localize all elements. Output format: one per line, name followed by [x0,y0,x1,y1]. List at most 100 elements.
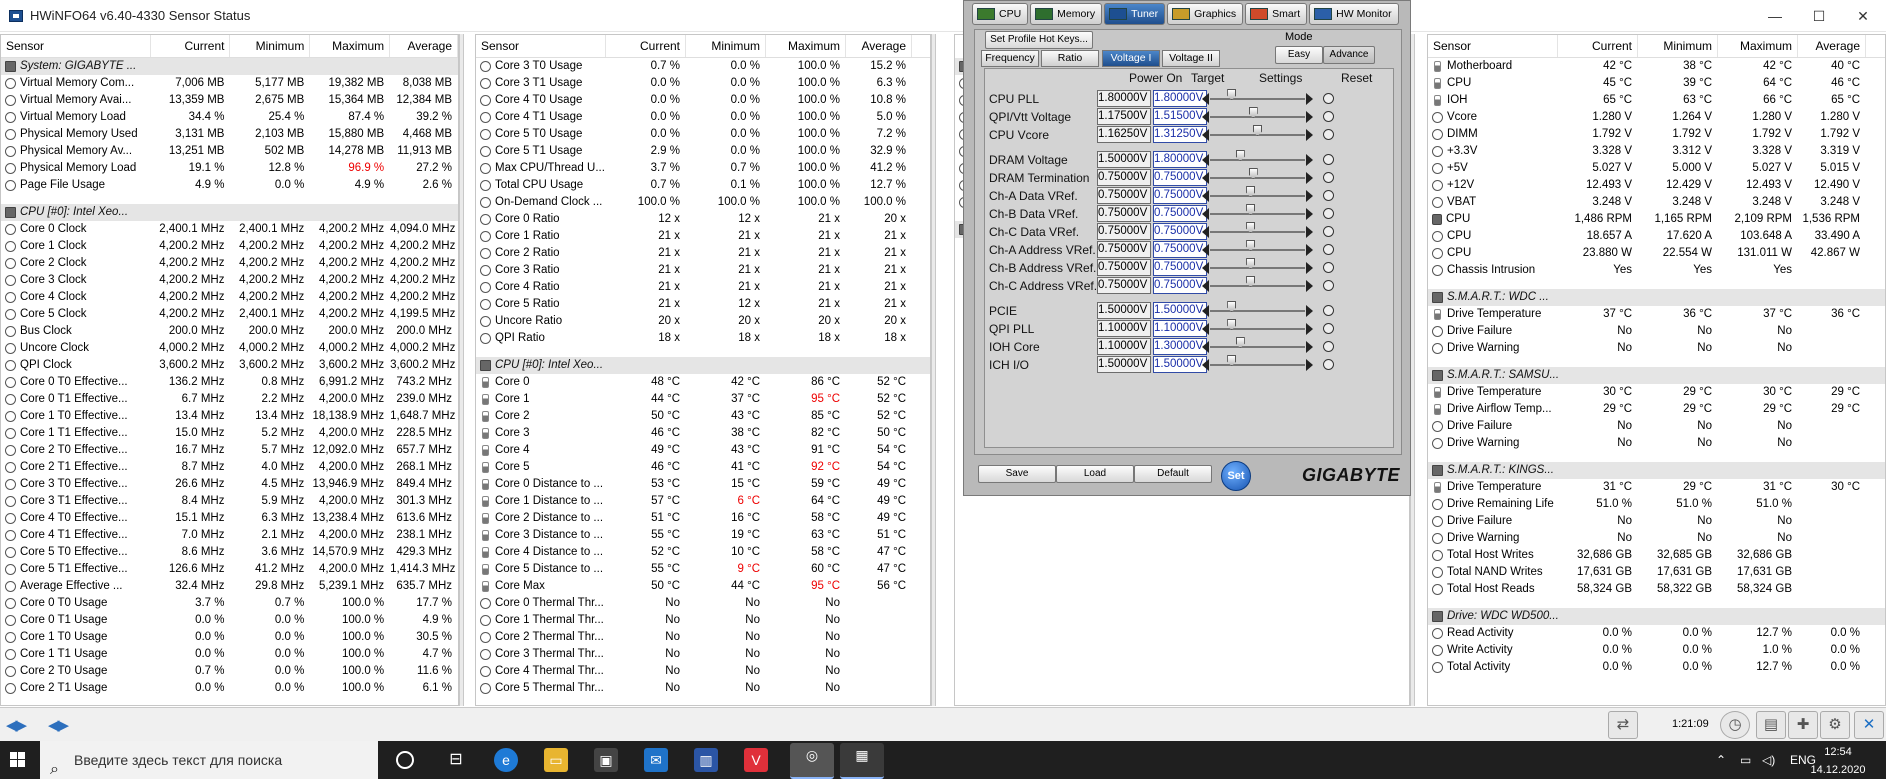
increase-arrow-icon[interactable] [1306,190,1313,202]
target-value-input[interactable]: 1.51500V [1153,108,1207,125]
reset-radio[interactable] [1323,190,1334,201]
set-profile-hotkeys-button[interactable]: Set Profile Hot Keys... [985,31,1093,49]
sensor-row[interactable]: VBAT 3.248 V 3.248 V 3.248 V 3.248 V [1428,194,1885,211]
sensor-row[interactable]: +3.3V 3.328 V 3.312 V 3.328 V 3.319 V [1428,143,1885,160]
sensor-row[interactable]: Core 0 T0 Usage 3.7 % 0.7 % 100.0 % 17.7 % [1,595,458,612]
increase-arrow-icon[interactable] [1306,359,1313,371]
reset-radio[interactable] [1323,226,1334,237]
sensor-row[interactable]: Core 4 Distance to ... 52 °C 10 °C 58 °C 47 … [476,544,930,561]
slider-knob[interactable] [1227,301,1237,312]
column-header[interactable]: Sensor [1428,35,1558,57]
sensor-row[interactable]: Drive Failure No No No [1428,323,1885,340]
report-icon[interactable]: ▤ [1756,711,1786,739]
sensor-row[interactable]: Core 0 T1 Effective... 6.7 MHz 2.2 MHz 4,20… [1,391,458,408]
save-button[interactable]: Save [978,465,1056,483]
target-value-input[interactable]: 0.75000V [1153,187,1207,204]
target-value-input[interactable]: 0.75000V [1153,241,1207,258]
decrease-arrow-icon[interactable] [1202,305,1209,317]
sensor-row[interactable]: Total Host Writes 32,686 GB 32,685 GB 32,68… [1428,547,1885,564]
target-value-input[interactable]: 0.75000V [1153,223,1207,240]
clock-icon[interactable]: ◷ [1720,711,1750,739]
edge-browser-icon[interactable]: e [494,748,518,772]
sensor-row[interactable]: Drive Airflow Temp... 29 °C 29 °C 29 °C 29 °… [1428,401,1885,418]
sensor-row[interactable]: Core 1 Ratio 21 x 21 x 21 x 21 x [476,228,930,245]
sensor-row[interactable]: Core 2 Clock 4,200.2 MHz 4,200.2 MHz 4,200.… [1,255,458,272]
sensor-row[interactable]: Core 1 T1 Effective... 15.0 MHz 5.2 MHz 4,2… [1,425,458,442]
hwinfo-taskbar-icon[interactable]: ▦ [840,743,884,779]
sensor-row[interactable]: Core 0 T0 Effective... 136.2 MHz 0.8 MHz 6,… [1,374,458,391]
increase-arrow-icon[interactable] [1306,262,1313,274]
increase-arrow-icon[interactable] [1306,208,1313,220]
reset-radio[interactable] [1323,154,1334,165]
sensor-row[interactable]: QPI Clock 3,600.2 MHz 3,600.2 MHz 3,600.2 M… [1,357,458,374]
reset-radio[interactable] [1323,93,1334,104]
subtab-ratio[interactable]: Ratio [1041,50,1099,67]
target-value-input[interactable]: 1.50000V [1153,302,1207,319]
sensor-row[interactable]: Core 1 T1 Usage 0.0 % 0.0 % 100.0 % 4.7 % [1,646,458,663]
sensor-row[interactable]: Core 4 49 °C 43 °C 91 °C 54 °C [476,442,930,459]
vivaldi-icon[interactable]: V [744,748,768,772]
sensor-row[interactable]: Core 1 44 °C 37 °C 95 °C 52 °C [476,391,930,408]
sensor-row[interactable]: Core 3 T1 Effective... 8.4 MHz 5.9 MHz 4,20… [1,493,458,510]
task-view-icon[interactable]: ⊟ [444,748,468,772]
sensor-row[interactable]: Drive Failure No No No [1428,418,1885,435]
increase-arrow-icon[interactable] [1306,154,1313,166]
sensor-panel-2[interactable]: Sensor Current Minimum Maximum Average Core 3… [475,34,931,706]
group-header-row[interactable]: S.M.A.R.T.: WDC ... [1428,289,1885,306]
sensor-row[interactable]: Core 3 Clock 4,200.2 MHz 4,200.2 MHz 4,200.… [1,272,458,289]
load-button[interactable]: Load [1056,465,1134,483]
voltage-slider[interactable] [1202,240,1313,256]
tuner-tab-hw-monitor[interactable]: HW Monitor [1309,3,1399,25]
slider-knob[interactable] [1227,319,1237,330]
sensor-row[interactable]: Core 4 T0 Usage 0.0 % 0.0 % 100.0 % 10.8 % [476,92,930,109]
sensor-row[interactable]: Total Host Reads 58,324 GB 58,322 GB 58,324… [1428,581,1885,598]
sensor-row[interactable]: Drive Temperature 30 °C 29 °C 30 °C 29 °C [1428,384,1885,401]
sensor-row[interactable]: Core 3 T0 Usage 0.7 % 0.0 % 100.0 % 15.2 % [476,58,930,75]
sensor-row[interactable]: IOH 65 °C 63 °C 66 °C 65 °C [1428,92,1885,109]
reset-radio[interactable] [1323,305,1334,316]
sensor-row[interactable]: Core 1 Clock 4,200.2 MHz 4,200.2 MHz 4,200.… [1,238,458,255]
sensor-panel-1[interactable]: Sensor Current Minimum Maximum Average System… [0,34,459,706]
decrease-arrow-icon[interactable] [1202,359,1209,371]
sensor-row[interactable]: +12V 12.493 V 12.429 V 12.493 V 12.490 V [1428,177,1885,194]
expand-arrows-icon[interactable]: ◀▶ [6,716,40,734]
sensor-row[interactable]: Core 3 Distance to ... 55 °C 19 °C 63 °C 51 … [476,527,930,544]
taskbar-search-box[interactable]: ⌕ Введите здесь текст для поиска [40,741,378,779]
sensor-row[interactable]: On-Demand Clock ... 100.0 % 100.0 % 100.0 %… [476,194,930,211]
sensor-row[interactable]: Core 4 T1 Effective... 7.0 MHz 2.1 MHz 4,20… [1,527,458,544]
sensor-row[interactable]: Core 5 Clock 4,200.2 MHz 2,400.1 MHz 4,200.… [1,306,458,323]
collapse-arrows-icon[interactable]: ◀▶ [48,716,82,734]
sensor-row[interactable]: Physical Memory Used 3,131 MB 2,103 MB 15,8… [1,126,458,143]
column-header[interactable]: Current [606,35,686,57]
voltage-slider[interactable] [1202,337,1313,353]
decrease-arrow-icon[interactable] [1202,111,1209,123]
sensor-row[interactable]: Total NAND Writes 17,631 GB 17,631 GB 17,63… [1428,564,1885,581]
sensor-row[interactable]: Core 5 Thermal Thr... No No No [476,680,930,697]
sensor-row[interactable]: CPU 1,486 RPM 1,165 RPM 2,109 RPM 1,536 RPM [1428,211,1885,228]
sensor-row[interactable]: Core 4 T1 Usage 0.0 % 0.0 % 100.0 % 5.0 % [476,109,930,126]
sensor-row[interactable]: Core 5 Ratio 21 x 12 x 21 x 21 x [476,296,930,313]
column-header[interactable]: Average [1798,35,1866,57]
tuner-tab-graphics[interactable]: Graphics [1167,3,1244,25]
increase-arrow-icon[interactable] [1306,244,1313,256]
sensor-row[interactable]: Drive Warning No No No [1428,340,1885,357]
sensor-row[interactable]: CPU 23.880 W 22.554 W 131.011 W 42.867 W [1428,245,1885,262]
increase-arrow-icon[interactable] [1306,129,1313,141]
sensor-row[interactable]: Motherboard 42 °C 38 °C 42 °C 40 °C [1428,58,1885,75]
voltage-slider[interactable] [1202,204,1313,220]
increase-arrow-icon[interactable] [1306,226,1313,238]
target-value-input[interactable]: 1.80000V [1153,151,1207,168]
mode-easy-button[interactable]: Easy [1275,46,1323,64]
sensor-row[interactable]: CPU 18.657 A 17.620 A 103.648 A 33.490 A [1428,228,1885,245]
voltage-slider[interactable] [1202,89,1313,105]
group-header-row[interactable]: System: GIGABYTE ... [1,58,458,75]
sensor-row[interactable]: Chassis Intrusion Yes Yes Yes [1428,262,1885,279]
column-header[interactable]: Sensor [476,35,606,57]
voltage-slider[interactable] [1202,150,1313,166]
sensor-row[interactable]: Drive Failure No No No [1428,513,1885,530]
sensor-row[interactable]: Core 5 T1 Usage 2.9 % 0.0 % 100.0 % 32.9 % [476,143,930,160]
slider-knob[interactable] [1246,276,1256,287]
column-header[interactable]: Average [846,35,912,57]
target-value-input[interactable]: 1.80000V [1153,90,1207,107]
sensor-row[interactable]: Core 0 T1 Usage 0.0 % 0.0 % 100.0 % 4.9 % [1,612,458,629]
